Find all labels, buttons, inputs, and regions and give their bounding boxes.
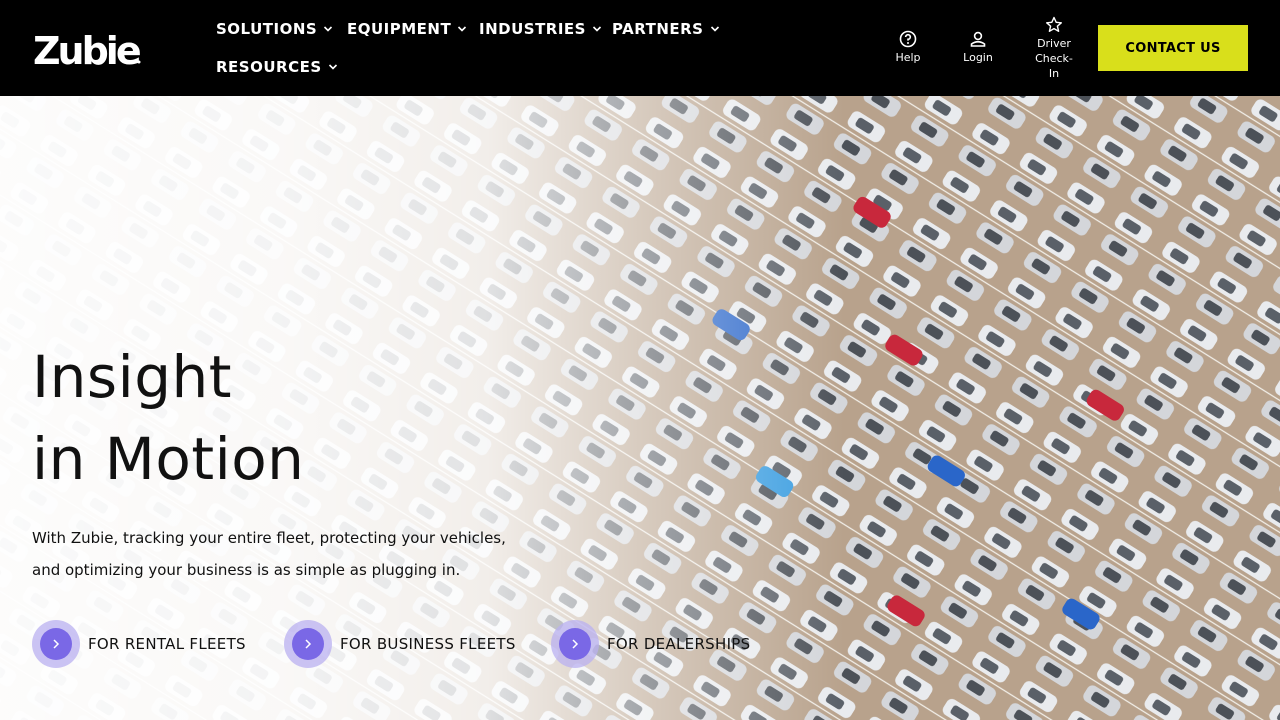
hero-section: Insight in Motion With Zubie, tracking y…	[0, 96, 1280, 720]
driver-label-line2: Check-	[1035, 52, 1073, 65]
zubie-logo-mark: Zubie	[33, 29, 143, 70]
nav-solutions-label: SOLUTIONS	[216, 20, 318, 38]
star-icon	[1046, 16, 1062, 32]
chevron-down-icon	[458, 26, 467, 32]
nav-resources[interactable]: RESOURCES	[216, 58, 338, 76]
nav-partners-label: PARTNERS	[612, 20, 704, 38]
nav-industries[interactable]: INDUSTRIES	[479, 20, 602, 38]
cta-business-fleets[interactable]: FOR BUSINESS FLEETS	[284, 620, 516, 668]
hero-headline-line1: Insight	[32, 343, 233, 411]
nav-industries-label: INDUSTRIES	[479, 20, 586, 38]
cta-rental-circle	[32, 620, 80, 668]
driver-label-line3: In	[1048, 67, 1060, 80]
chevron-down-icon	[328, 64, 337, 70]
cta-rental-label: FOR RENTAL FLEETS	[88, 635, 246, 653]
chevron-right-icon	[572, 639, 579, 649]
login-label: Login	[963, 51, 993, 64]
driver-checkin-link[interactable]: Driver Check- In	[1024, 16, 1084, 81]
chevron-down-icon	[710, 26, 719, 32]
nav-solutions[interactable]: SOLUTIONS	[216, 20, 333, 38]
help-circle-icon	[899, 30, 917, 48]
hero-headline-line2: in Motion	[32, 425, 305, 493]
zubie-logo[interactable]: Zubie	[33, 28, 143, 70]
chevron-down-icon	[324, 26, 333, 32]
nav-partners[interactable]: PARTNERS	[612, 20, 720, 38]
chevron-right-icon	[53, 639, 60, 649]
cta-business-circle	[284, 620, 332, 668]
help-label: Help	[895, 51, 921, 64]
cta-dealerships[interactable]: FOR DEALERSHIPS	[551, 620, 750, 668]
cta-rental-fleets[interactable]: FOR RENTAL FLEETS	[32, 620, 246, 668]
cta-dealerships-label: FOR DEALERSHIPS	[607, 635, 751, 653]
user-icon	[970, 31, 986, 47]
cta-dealerships-circle	[551, 620, 599, 668]
site-header: Zubie SOLUTIONS EQUIPMENT INDUSTRIES PAR…	[0, 0, 1280, 96]
contact-us-button[interactable]: CONTACT US	[1098, 25, 1248, 71]
nav-resources-label: RESOURCES	[216, 58, 322, 76]
nav-equipment-label: EQUIPMENT	[347, 20, 452, 38]
nav-equipment[interactable]: EQUIPMENT	[347, 20, 467, 38]
svg-text:Zubie: Zubie	[33, 29, 140, 70]
login-link[interactable]: Login	[948, 30, 1008, 65]
cta-business-label: FOR BUSINESS FLEETS	[340, 635, 516, 653]
hero-subtext: With Zubie, tracking your entire fleet, …	[32, 529, 506, 579]
hero-headline: Insight in Motion	[32, 336, 304, 500]
chevron-right-icon	[305, 639, 312, 649]
help-link[interactable]: Help	[878, 30, 938, 65]
chevron-down-icon	[592, 26, 602, 32]
driver-label-line1: Driver	[1037, 37, 1071, 50]
